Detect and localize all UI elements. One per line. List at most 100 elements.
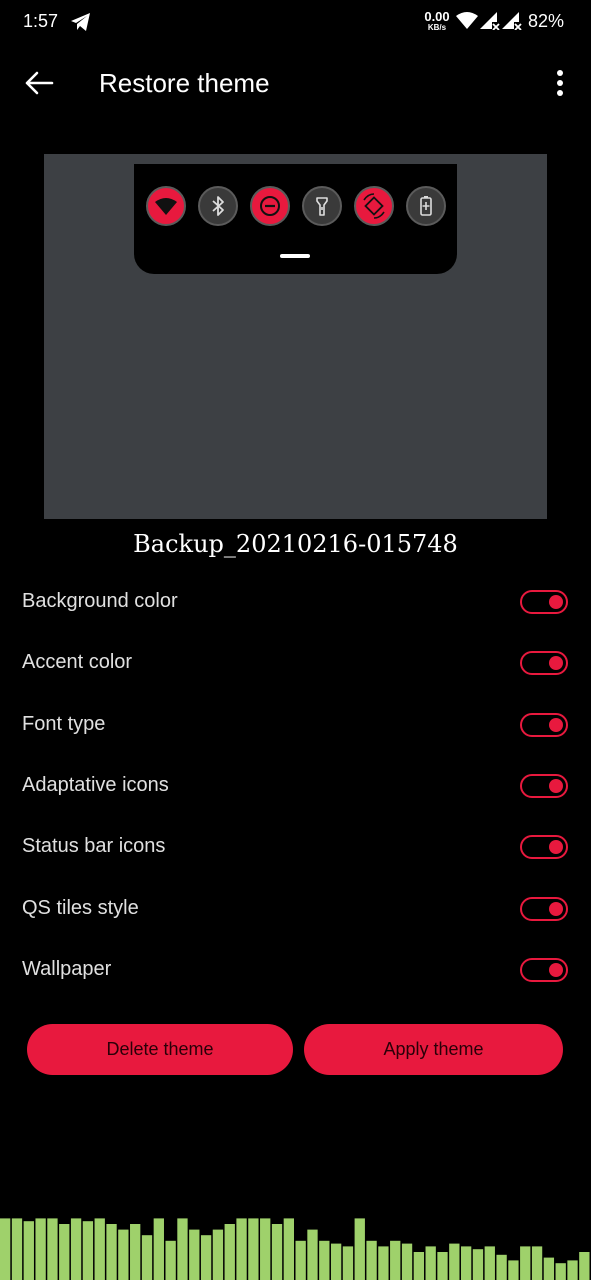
qs-tile-wifi <box>146 186 186 226</box>
visualizer-bar <box>283 1218 294 1280</box>
qs-drag-handle <box>280 254 310 258</box>
option-label: QS tiles style <box>22 896 139 919</box>
option-label: Status bar icons <box>22 835 166 858</box>
visualizer-bar <box>472 1249 484 1280</box>
visualizer-bar <box>59 1224 70 1280</box>
visualizer-bar <box>11 1218 23 1280</box>
visualizer-bar <box>413 1252 425 1280</box>
wifi-signal-icon <box>456 12 478 29</box>
visualizer-bar <box>425 1246 436 1280</box>
visualizer-bar <box>248 1218 259 1280</box>
visualizer-bar <box>23 1221 34 1280</box>
apply-theme-button[interactable]: Apply theme <box>304 1024 563 1075</box>
more-options-icon[interactable] <box>548 66 572 100</box>
visualizer-bar <box>567 1260 578 1280</box>
option-row[interactable]: Status bar icons <box>0 823 591 873</box>
visualizer-bar <box>531 1246 543 1280</box>
option-toggle[interactable] <box>520 712 568 737</box>
visualizer-bar <box>342 1246 354 1280</box>
visualizer-bar <box>520 1246 531 1280</box>
option-toggle[interactable] <box>520 835 568 860</box>
visualizer-bar <box>401 1243 413 1280</box>
back-arrow-icon[interactable] <box>22 66 56 100</box>
toggle-knob <box>549 778 563 793</box>
flashlight-icon <box>316 197 328 216</box>
toggle-knob <box>549 717 563 732</box>
option-row[interactable]: Font type <box>0 701 591 751</box>
visualizer-bar <box>224 1224 235 1280</box>
battery-percent: 82% <box>528 11 565 31</box>
option-label: Adaptative icons <box>22 773 169 796</box>
qs-tile-flashlight <box>302 186 342 226</box>
status-time: 1:57 <box>23 11 59 31</box>
option-toggle[interactable] <box>520 773 568 798</box>
visualizer-bar <box>496 1254 507 1280</box>
visualizer-bar <box>437 1252 448 1280</box>
visualizer-bar <box>153 1218 164 1280</box>
visualizer-bar <box>295 1240 306 1280</box>
visualizer-bar <box>543 1257 555 1280</box>
visualizer-bar <box>236 1218 247 1280</box>
option-toggle[interactable] <box>520 590 568 614</box>
backup-name: Backup_20210216-015748 <box>133 530 458 558</box>
do-not-disturb-icon <box>260 196 280 216</box>
option-toggle[interactable] <box>520 651 568 676</box>
qs-tile-dnd <box>250 186 290 226</box>
option-row[interactable]: Adaptative icons <box>0 762 591 812</box>
visualizer-bar <box>307 1229 318 1280</box>
option-toggle[interactable] <box>520 896 568 921</box>
visualizer-bar <box>579 1252 590 1280</box>
visualizer-bar <box>260 1218 271 1280</box>
visualizer-bar <box>484 1246 495 1280</box>
page-title: Restore theme <box>99 68 270 98</box>
toggle-knob <box>549 901 563 916</box>
delete-theme-button[interactable]: Delete theme <box>27 1024 293 1075</box>
toggle-knob <box>549 962 563 977</box>
visualizer-bar <box>555 1263 566 1280</box>
visualizer-bar <box>330 1243 342 1280</box>
cell-signal-2-icon <box>502 12 522 30</box>
option-row[interactable]: Accent color <box>0 639 591 689</box>
visualizer-bar <box>70 1218 82 1280</box>
visualizer-bar <box>508 1260 519 1280</box>
visualizer-bar <box>177 1218 188 1280</box>
visualizer-bar <box>378 1246 389 1280</box>
visualizer-bar <box>35 1218 46 1280</box>
visualizer-bar <box>366 1240 377 1280</box>
toggle-knob <box>549 656 563 671</box>
theme-preview <box>44 154 547 519</box>
visualizer-bar <box>106 1224 117 1280</box>
visualizer-bar <box>82 1221 94 1280</box>
option-row[interactable]: Background color <box>0 578 591 628</box>
visualizer-bar <box>118 1229 129 1280</box>
audio-visualizer <box>0 1218 590 1280</box>
visualizer-bar <box>271 1224 283 1280</box>
option-label: Font type <box>22 712 106 735</box>
wifi-icon <box>155 198 177 215</box>
qs-tile-battery <box>406 186 446 226</box>
option-row[interactable]: QS tiles style <box>0 885 591 935</box>
option-toggle[interactable] <box>520 957 568 982</box>
bluetooth-icon <box>212 196 224 216</box>
visualizer-bar <box>141 1235 153 1280</box>
visualizer-bar <box>47 1218 58 1280</box>
qs-tile-bluetooth <box>198 186 238 226</box>
status-bar: 1:57 0.00 KB/s 82% <box>0 0 591 46</box>
qs-tile-rotate <box>354 186 394 226</box>
visualizer-bar <box>390 1240 401 1280</box>
quick-settings-preview <box>134 164 457 274</box>
visualizer-bar <box>449 1243 460 1280</box>
network-speed: 0.00 KB/s <box>422 10 452 33</box>
visualizer-bar <box>319 1240 330 1280</box>
visualizer-bar <box>0 1218 11 1280</box>
visualizer-bar <box>165 1240 176 1280</box>
visualizer-bar <box>212 1229 224 1280</box>
cell-signal-icon <box>480 12 500 30</box>
app-bar: Restore theme <box>0 46 591 122</box>
battery-saver-icon <box>420 196 432 216</box>
visualizer-bar <box>189 1229 200 1280</box>
visualizer-bar <box>200 1235 212 1280</box>
visualizer-bar <box>354 1218 365 1280</box>
option-row[interactable]: Wallpaper <box>0 946 591 996</box>
telegram-icon <box>71 13 90 31</box>
